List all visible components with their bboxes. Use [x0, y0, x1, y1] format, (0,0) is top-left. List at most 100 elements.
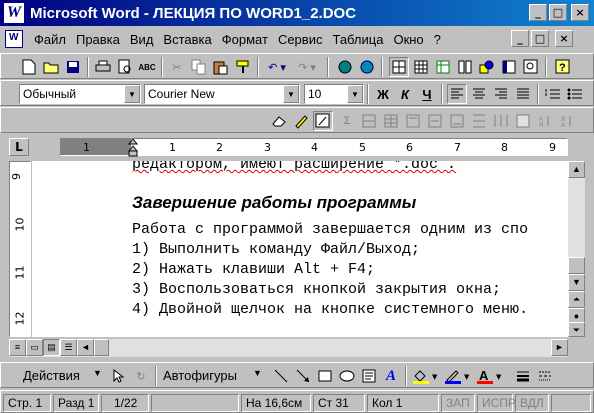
doc-line[interactable]: 3) Воспользоваться кнопкой закрытия окна…: [132, 281, 501, 298]
split-cells-icon[interactable]: [381, 111, 401, 131]
document-map-icon[interactable]: [499, 57, 519, 77]
fill-color-icon[interactable]: ▼: [411, 366, 441, 386]
menu-tools[interactable]: Сервис: [273, 32, 328, 47]
doc-line[interactable]: редактором, имеют расширение *.doc .: [132, 161, 456, 173]
line-color-icon[interactable]: ▼: [443, 366, 473, 386]
minimize-button[interactable]: _: [529, 4, 547, 21]
doc-line[interactable]: 2) Нажать клавиши Alt + F4;: [132, 261, 375, 278]
doc-line[interactable]: Работа с программой завершается одним из…: [132, 221, 528, 238]
doc-minimize-button[interactable]: _: [511, 30, 529, 47]
insert-table-icon[interactable]: [411, 57, 431, 77]
rectangle-icon[interactable]: [315, 366, 335, 386]
scroll-right-icon[interactable]: ►: [551, 339, 568, 356]
menu-edit[interactable]: Правка: [71, 32, 125, 47]
cut-icon[interactable]: ✂: [167, 57, 187, 77]
chevron-down-icon[interactable]: ▼: [124, 85, 140, 103]
select-browse-object-icon[interactable]: ⏶: [568, 291, 585, 308]
document-icon[interactable]: [5, 30, 23, 48]
next-page-icon[interactable]: ⏷: [568, 322, 585, 337]
undo-icon[interactable]: ↶ ▾: [263, 57, 291, 77]
horizontal-ruler[interactable]: 1 1 2 3 4 5 6 7 8 9: [60, 138, 568, 157]
actions-menu[interactable]: Действия: [23, 368, 80, 383]
vertical-ruler[interactable]: 9 10 11 12: [9, 161, 31, 337]
tables-borders-icon[interactable]: [389, 57, 409, 77]
scroll-up-icon[interactable]: ▲: [568, 161, 585, 178]
table-autoformat-icon[interactable]: [513, 111, 533, 131]
italic-button[interactable]: К: [395, 84, 415, 104]
normal-view-icon[interactable]: ≡: [9, 339, 26, 356]
print-layout-icon[interactable]: ▤: [43, 339, 60, 356]
align-top-icon[interactable]: [403, 111, 423, 131]
doc-line[interactable]: 4) Двойной щелчок на кнопке системного м…: [132, 301, 528, 318]
web-toolbar-icon[interactable]: [357, 57, 377, 77]
status-rec[interactable]: ЗАП: [441, 394, 475, 412]
vertical-scrollbar[interactable]: ▲ ▼ ⏶ ● ⏷: [568, 161, 585, 337]
horizontal-scrollbar[interactable]: ≡ ▭ ▤ ☰ ◄ ►: [9, 339, 568, 357]
font-color-icon[interactable]: A ▼: [475, 366, 505, 386]
align-bottom-icon[interactable]: [447, 111, 467, 131]
sort-descending-icon[interactable]: ЯA: [557, 111, 577, 131]
status-ext[interactable]: ВДЛ: [515, 394, 549, 412]
insert-excel-icon[interactable]: [433, 57, 453, 77]
menu-format[interactable]: Формат: [217, 32, 273, 47]
hyperlink-icon[interactable]: [335, 57, 355, 77]
autosum-icon[interactable]: Σ: [337, 111, 357, 131]
show-hide-icon[interactable]: [521, 57, 541, 77]
distribute-rows-icon[interactable]: [469, 111, 489, 131]
merge-cells-icon[interactable]: [359, 111, 379, 131]
font-combo[interactable]: Courier New ▼: [144, 84, 300, 104]
dash-style-icon[interactable]: [535, 366, 555, 386]
new-document-icon[interactable]: [19, 57, 39, 77]
spelling-icon[interactable]: ABC: [137, 57, 157, 77]
print-preview-icon[interactable]: [115, 57, 135, 77]
line-icon[interactable]: [271, 366, 291, 386]
document-page[interactable]: редактором, имеют расширение *.doc . Зав…: [32, 161, 568, 337]
align-center-icon[interactable]: [469, 84, 489, 104]
menu-table[interactable]: Таблица: [327, 32, 388, 47]
menu-insert[interactable]: Вставка: [158, 32, 216, 47]
doc-close-button[interactable]: ×: [555, 30, 573, 47]
doc-heading[interactable]: Завершение работы программы: [132, 193, 416, 213]
eraser-icon[interactable]: [269, 111, 289, 131]
line-style-icon[interactable]: [513, 366, 533, 386]
hscroll-thumb[interactable]: [94, 339, 109, 356]
scroll-thumb[interactable]: [568, 257, 585, 274]
text-box-icon[interactable]: [359, 366, 379, 386]
status-trk[interactable]: ИСПР: [477, 394, 516, 412]
arrow-icon[interactable]: [293, 366, 313, 386]
font-size-combo[interactable]: 10 ▼: [304, 84, 364, 104]
chevron-down-icon[interactable]: ▼: [347, 85, 363, 103]
maximize-button[interactable]: □: [549, 4, 567, 21]
bullets-icon[interactable]: [565, 84, 585, 104]
style-combo[interactable]: Обычный ▼: [19, 84, 141, 104]
doc-restore-button[interactable]: □: [531, 30, 549, 47]
help-icon[interactable]: ?: [553, 57, 573, 77]
align-right-icon[interactable]: [491, 84, 511, 104]
word-logo-icon[interactable]: W: [4, 3, 24, 23]
outline-view-icon[interactable]: ☰: [60, 339, 77, 356]
wordart-icon[interactable]: A: [381, 366, 401, 386]
sort-ascending-icon[interactable]: AЯ: [535, 111, 555, 131]
redo-icon[interactable]: ↷ ▾: [293, 57, 321, 77]
tab-selector[interactable]: L: [9, 138, 29, 156]
web-layout-icon[interactable]: ▭: [26, 339, 43, 356]
distribute-columns-icon[interactable]: [491, 111, 511, 131]
paste-icon[interactable]: [211, 57, 231, 77]
select-objects-icon[interactable]: [109, 366, 129, 386]
border-style-icon[interactable]: [313, 111, 333, 131]
menu-help[interactable]: ?: [429, 32, 446, 47]
doc-line[interactable]: 1) Выполнить команду Файл/Выход;: [132, 241, 420, 258]
copy-icon[interactable]: [189, 57, 209, 77]
print-icon[interactable]: [93, 57, 113, 77]
numbering-icon[interactable]: [543, 84, 563, 104]
menu-window[interactable]: Окно: [388, 32, 428, 47]
justify-icon[interactable]: [513, 84, 533, 104]
drawing-icon[interactable]: [477, 57, 497, 77]
align-left-icon[interactable]: [447, 84, 467, 104]
draw-table-icon[interactable]: [291, 111, 311, 131]
oval-icon[interactable]: [337, 366, 357, 386]
open-folder-icon[interactable]: [41, 57, 61, 77]
menu-file[interactable]: Файл: [29, 32, 71, 47]
bold-button[interactable]: Ж: [373, 84, 393, 104]
close-button[interactable]: ×: [571, 4, 589, 21]
